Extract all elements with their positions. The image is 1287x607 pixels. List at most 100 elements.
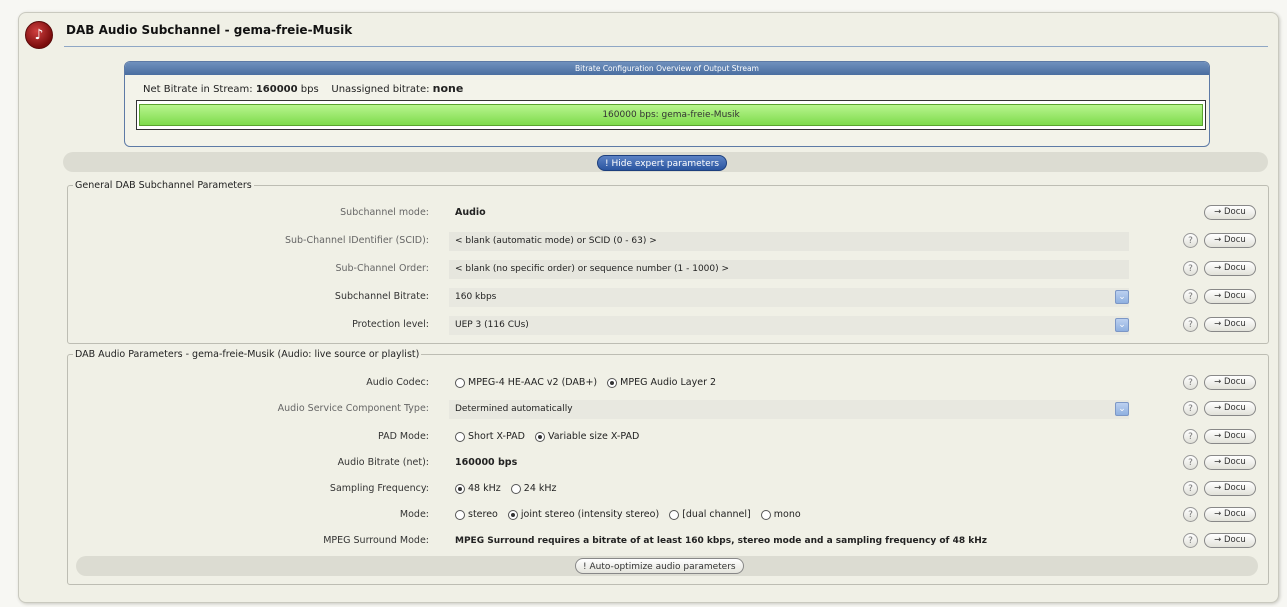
- row-subchannel-order: Sub-Channel Order: < blank (no specific …: [67, 258, 1267, 280]
- sampling-option-label: 24 kHz: [523, 483, 557, 494]
- help-icon[interactable]: ?: [1183, 317, 1198, 332]
- subchannel-mode-label: Subchannel mode:: [340, 207, 429, 218]
- mode-label: Mode:: [399, 509, 429, 520]
- title-divider: [64, 46, 1268, 47]
- asct-value: Determined automatically: [455, 404, 573, 414]
- codec-option-label: MPEG-4 HE-AAC v2 (DAB+): [468, 377, 598, 388]
- help-icon[interactable]: ?: [1183, 261, 1198, 276]
- docu-button[interactable]: → Docu: [1204, 289, 1256, 304]
- app-logo-icon: ♪: [25, 21, 53, 49]
- unassigned-bitrate-label: Unassigned bitrate:: [331, 84, 430, 95]
- bitrate-overview: Bitrate Configuration Overview of Output…: [124, 61, 1210, 147]
- row-audio-bitrate: Audio Bitrate (net): 160000 bps ? → Docu: [67, 452, 1267, 474]
- radio-unchecked-icon[interactable]: [760, 509, 771, 520]
- row-pad-mode: PAD Mode: Short X-PAD Variable size X-PA…: [67, 426, 1267, 448]
- mode-option-mono[interactable]: mono: [760, 509, 801, 520]
- docu-button[interactable]: → Docu: [1204, 401, 1256, 416]
- page-title: DAB Audio Subchannel - gema-freie-Musik: [66, 23, 353, 37]
- docu-button[interactable]: → Docu: [1204, 455, 1256, 470]
- general-rows: Subchannel mode: Audio → Docu Sub-Channe…: [67, 202, 1267, 342]
- radio-checked-icon[interactable]: [455, 483, 465, 494]
- subchannel-bitrate-select[interactable]: 160 kbps ⌄: [449, 288, 1129, 307]
- scid-label: Sub-Channel IDentifier (SCID):: [284, 235, 429, 246]
- pad-option-short[interactable]: Short X-PAD: [455, 431, 525, 442]
- radio-unchecked-icon[interactable]: [455, 431, 465, 442]
- help-icon[interactable]: ?: [1183, 429, 1198, 444]
- subchannel-order-input[interactable]: < blank (no specific order) or sequence …: [449, 260, 1129, 279]
- docu-button[interactable]: → Docu: [1204, 507, 1256, 522]
- row-scid: Sub-Channel IDentifier (SCID): < blank (…: [67, 230, 1267, 252]
- scid-input[interactable]: < blank (automatic mode) or SCID (0 - 63…: [449, 232, 1129, 251]
- help-icon[interactable]: ?: [1183, 507, 1198, 522]
- chevron-down-icon[interactable]: ⌄: [1115, 402, 1129, 416]
- mode-option-label: [dual channel]: [682, 509, 751, 520]
- pad-option-variable[interactable]: Variable size X-PAD: [534, 431, 639, 442]
- audio-codec-label: Audio Codec:: [366, 377, 429, 388]
- docu-button[interactable]: → Docu: [1204, 233, 1256, 248]
- radio-checked-icon[interactable]: [607, 377, 618, 388]
- bitrate-bar: 160000 bps: gema-freie-Musik: [136, 100, 1206, 130]
- mpeg-surround-value: MPEG Surround requires a bitrate of at l…: [455, 536, 987, 546]
- subchannel-bitrate-label: Subchannel Bitrate:: [334, 291, 429, 302]
- audio-bitrate-value: 160000 bps: [455, 457, 518, 468]
- radio-checked-icon[interactable]: [507, 509, 518, 520]
- row-mode: Mode: stereo joint stereo (intensity ste…: [67, 504, 1267, 526]
- radio-unchecked-icon[interactable]: [669, 509, 680, 520]
- sampling-option-24[interactable]: 24 kHz: [510, 483, 557, 494]
- help-icon[interactable]: ?: [1183, 401, 1198, 416]
- auto-optimize-button[interactable]: ! Auto-optimize audio parameters: [575, 558, 744, 574]
- radio-unchecked-icon[interactable]: [455, 509, 465, 520]
- general-legend: General DAB Subchannel Parameters: [75, 180, 252, 191]
- audio-rows: Audio Codec: MPEG-4 HE-AAC v2 (DAB+) MPE…: [67, 372, 1267, 552]
- protection-level-value: UEP 3 (116 CUs): [455, 320, 529, 330]
- help-icon[interactable]: ?: [1183, 533, 1198, 548]
- pad-mode-options: Short X-PAD Variable size X-PAD: [455, 426, 646, 448]
- docu-button[interactable]: → Docu: [1204, 429, 1256, 444]
- overview-heading: Bitrate Configuration Overview of Output…: [125, 62, 1209, 75]
- radio-unchecked-icon[interactable]: [455, 377, 465, 388]
- pad-mode-label: PAD Mode:: [377, 431, 429, 442]
- hide-expert-parameters-button[interactable]: ! Hide expert parameters: [597, 155, 728, 171]
- radio-unchecked-icon[interactable]: [510, 483, 521, 494]
- chevron-down-icon[interactable]: ⌄: [1115, 318, 1129, 332]
- audio-codec-options: MPEG-4 HE-AAC v2 (DAB+) MPEG Audio Layer…: [455, 372, 723, 394]
- asct-select[interactable]: Determined automatically ⌄: [449, 400, 1129, 419]
- subchannel-bitrate-value: 160 kbps: [455, 292, 497, 302]
- mode-options: stereo joint stereo (intensity stereo) […: [455, 504, 808, 526]
- codec-option-layer2[interactable]: MPEG Audio Layer 2: [607, 377, 716, 388]
- mode-option-stereo[interactable]: stereo: [455, 509, 498, 520]
- chevron-down-icon[interactable]: ⌄: [1115, 290, 1129, 304]
- asct-label: Audio Service Component Type:: [277, 403, 429, 414]
- row-protection-level: Protection level: UEP 3 (116 CUs) ⌄ ? → …: [67, 314, 1267, 336]
- bitrate-bar-fill: 160000 bps: gema-freie-Musik: [139, 104, 1203, 126]
- help-icon[interactable]: ?: [1183, 233, 1198, 248]
- mode-option-label: stereo: [468, 509, 498, 520]
- sampling-option-48[interactable]: 48 kHz: [455, 483, 501, 494]
- help-icon[interactable]: ?: [1183, 455, 1198, 470]
- docu-button[interactable]: → Docu: [1204, 375, 1256, 390]
- net-bitrate-label: Net Bitrate in Stream:: [143, 84, 253, 95]
- codec-option-he-aac[interactable]: MPEG-4 HE-AAC v2 (DAB+): [455, 377, 597, 388]
- docu-button[interactable]: → Docu: [1204, 533, 1256, 548]
- subchannel-mode-value: Audio: [455, 207, 486, 218]
- radio-checked-icon[interactable]: [534, 431, 545, 442]
- row-audio-codec: Audio Codec: MPEG-4 HE-AAC v2 (DAB+) MPE…: [67, 372, 1267, 394]
- row-asct: Audio Service Component Type: Determined…: [67, 398, 1267, 420]
- row-mpeg-surround: MPEG Surround Mode: MPEG Surround requir…: [67, 530, 1267, 552]
- mode-option-label: mono: [773, 509, 801, 520]
- protection-level-label: Protection level:: [352, 319, 429, 330]
- docu-button[interactable]: → Docu: [1204, 481, 1256, 496]
- docu-button[interactable]: → Docu: [1204, 205, 1256, 220]
- net-bitrate-value: 160000: [255, 84, 298, 95]
- row-sampling-frequency: Sampling Frequency: 48 kHz 24 kHz ? → Do…: [67, 478, 1267, 500]
- docu-button[interactable]: → Docu: [1204, 317, 1256, 332]
- help-icon[interactable]: ?: [1183, 289, 1198, 304]
- docu-button[interactable]: → Docu: [1204, 261, 1256, 276]
- help-icon[interactable]: ?: [1183, 481, 1198, 496]
- protection-level-select[interactable]: UEP 3 (116 CUs) ⌄: [449, 316, 1129, 335]
- mode-option-joint-stereo[interactable]: joint stereo (intensity stereo): [507, 509, 660, 520]
- mode-option-label: joint stereo (intensity stereo): [520, 509, 660, 520]
- mode-option-dual-channel[interactable]: [dual channel]: [669, 509, 751, 520]
- pad-option-label: Short X-PAD: [468, 431, 525, 442]
- help-icon[interactable]: ?: [1183, 375, 1198, 390]
